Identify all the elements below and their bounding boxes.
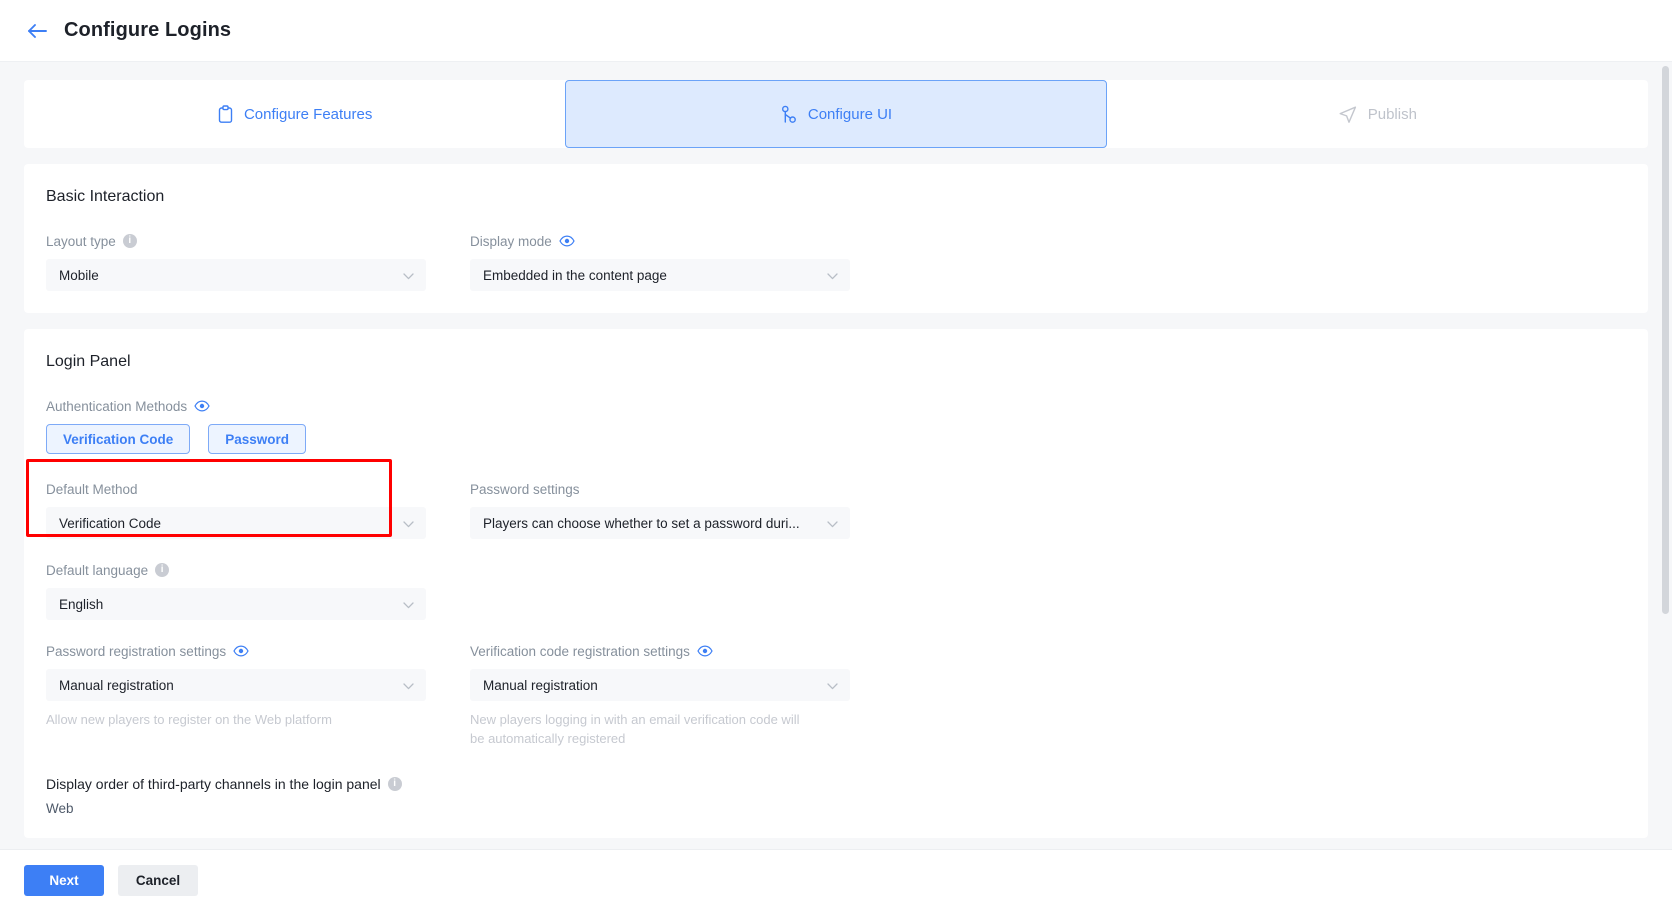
eye-icon[interactable]: [233, 645, 249, 657]
section-title-basic-interaction: Basic Interaction: [46, 188, 165, 205]
page-header: Configure Logins: [0, 0, 1672, 62]
default-language-select[interactable]: English: [46, 588, 426, 620]
field-authentication-methods: Authentication Methods Verification Code…: [46, 397, 1626, 454]
chevron-down-icon: [403, 678, 414, 693]
next-button[interactable]: Next: [24, 865, 104, 896]
flow-node-icon: [780, 105, 798, 124]
field-label: Verification code registration settings: [470, 642, 850, 660]
chevron-down-icon: [403, 597, 414, 612]
password-registration-select[interactable]: Manual registration: [46, 669, 426, 701]
verification-registration-select[interactable]: Manual registration: [470, 669, 850, 701]
field-label: Default language i: [46, 561, 426, 579]
info-icon[interactable]: i: [155, 563, 170, 577]
field-display-mode: Display mode Embedded in the content pag…: [470, 232, 850, 291]
chevron-down-icon: [403, 268, 414, 283]
password-registration-helper: Allow new players to register on the Web…: [46, 712, 332, 727]
chevron-down-icon: [827, 678, 838, 693]
field-password-settings: Password settings Players can choose whe…: [470, 480, 850, 539]
auth-method-chips: Verification Code Password: [46, 424, 1626, 454]
field-label: Layout type i: [46, 232, 426, 250]
select-value: Mobile: [59, 267, 99, 283]
section-title-login-panel: Login Panel: [46, 353, 131, 370]
info-icon[interactable]: i: [122, 234, 137, 248]
chevron-down-icon: [827, 516, 838, 531]
tab-publish[interactable]: Publish: [1107, 80, 1648, 148]
layout-type-select[interactable]: Mobile: [46, 259, 426, 291]
field-verification-code-registration: Verification code registration settings …: [470, 642, 850, 748]
page-scrollbar[interactable]: [1662, 66, 1669, 846]
back-arrow-icon[interactable]: [24, 18, 50, 44]
page-title: Configure Logins: [64, 19, 232, 41]
cancel-button[interactable]: Cancel: [118, 865, 198, 896]
third-party-order-label: Display order of third-party channels in…: [46, 776, 1626, 792]
chevron-down-icon: [827, 268, 838, 283]
verification-registration-label: Verification code registration settings: [470, 643, 690, 659]
tab-label: Configure UI: [807, 105, 893, 123]
eye-icon[interactable]: [559, 235, 575, 247]
verification-registration-helper: New players logging in with an email ver…: [470, 712, 800, 746]
row-default-method: Default Method Verification Code Passwor…: [46, 480, 1626, 539]
login-panel-fields: Authentication Methods Verification Code…: [46, 397, 1626, 816]
third-party-order-text: Display order of third-party channels in…: [46, 776, 381, 792]
field-label: Password settings: [470, 480, 850, 498]
row-default-language: Default language i English: [46, 561, 1626, 620]
eye-icon[interactable]: [194, 400, 210, 412]
basic-interaction-card: Basic Interaction Layout type i Mobile D…: [24, 164, 1648, 313]
select-value: Manual registration: [59, 677, 174, 693]
wizard-tabs: Configure Features Configure UI Publish: [24, 80, 1648, 148]
field-layout-type: Layout type i Mobile: [46, 232, 426, 291]
layout-type-label: Layout type: [46, 233, 116, 249]
password-registration-label: Password registration settings: [46, 643, 227, 659]
field-default-language: Default language i English: [46, 561, 426, 620]
display-mode-label: Display mode: [470, 233, 552, 249]
page-body: Configure Features Configure UI Publish …: [0, 62, 1672, 911]
field-label: Display mode: [470, 232, 850, 250]
default-language-label: Default language: [46, 562, 149, 578]
select-value: Embedded in the content page: [483, 267, 667, 283]
eye-icon[interactable]: [697, 645, 713, 657]
chip-password[interactable]: Password: [208, 424, 307, 454]
tab-label: Configure Features: [243, 105, 373, 123]
login-panel-card: Login Panel Authentication Methods Verif…: [24, 329, 1648, 838]
tab-label: Publish: [1367, 105, 1417, 123]
clipboard-icon: [217, 104, 234, 124]
row-registration-settings: Password registration settings Manual re…: [46, 642, 1626, 748]
field-default-method: Default Method Verification Code: [46, 480, 426, 539]
basic-interaction-fields: Layout type i Mobile Display mode Embedd…: [46, 232, 1626, 291]
auth-methods-label: Authentication Methods: [46, 398, 188, 414]
configure-logins-page: Configure Logins Configure Features Conf…: [0, 0, 1672, 911]
field-label: Authentication Methods: [46, 397, 1626, 415]
field-label: Password registration settings: [46, 642, 426, 660]
tab-configure-ui[interactable]: Configure UI: [565, 80, 1107, 148]
third-party-order-value: Web: [46, 801, 74, 816]
page-footer: Next Cancel: [0, 849, 1672, 911]
chevron-down-icon: [403, 516, 414, 531]
chip-verification-code[interactable]: Verification Code: [46, 424, 191, 454]
default-method-label: Default Method: [46, 481, 138, 497]
paper-plane-icon: [1338, 105, 1358, 124]
display-mode-select[interactable]: Embedded in the content page: [470, 259, 850, 291]
select-value: Players can choose whether to set a pass…: [483, 515, 800, 531]
select-value: Verification Code: [59, 515, 162, 531]
info-icon[interactable]: i: [387, 777, 402, 791]
scrollbar-thumb[interactable]: [1662, 66, 1669, 614]
password-settings-select[interactable]: Players can choose whether to set a pass…: [470, 507, 850, 539]
select-value: English: [59, 596, 104, 612]
select-value: Manual registration: [483, 677, 598, 693]
default-method-select[interactable]: Verification Code: [46, 507, 426, 539]
tab-configure-features[interactable]: Configure Features: [24, 80, 565, 148]
field-label: Default Method: [46, 480, 426, 498]
field-password-registration: Password registration settings Manual re…: [46, 642, 426, 748]
password-settings-label: Password settings: [470, 481, 580, 497]
